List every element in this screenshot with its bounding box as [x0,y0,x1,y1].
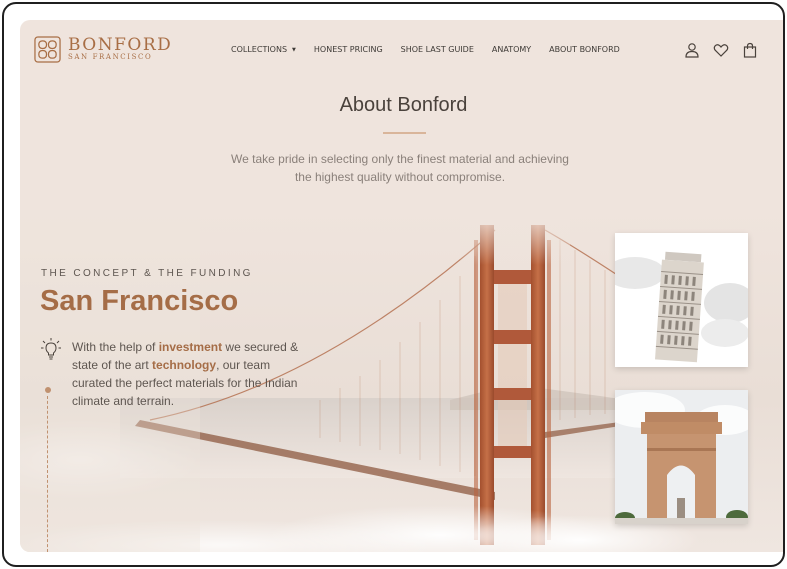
page-title: About Bonford [339,94,468,116]
browser-frame: BONFORD SAN FRANCISCO COLLECTIONS ▼ HONE… [2,2,785,567]
nav-item-anatomy[interactable]: ANATOMY [492,45,531,54]
heart-icon[interactable] [713,42,729,58]
section-title: San Francisco [40,285,239,317]
caret-down-icon: ▼ [292,46,296,53]
timeline-line [47,396,48,552]
header-icons [684,42,771,58]
india-gate-image [615,390,748,524]
description-text-1: With the help of [72,340,159,354]
nav-label-collections: COLLECTIONS [231,45,288,54]
about-page: BONFORD SAN FRANCISCO COLLECTIONS ▼ HONE… [20,20,783,552]
about-text-line2: the highest quality without compromise. [294,170,506,184]
brand-name: BONFORD [68,35,173,55]
nav-item-collections[interactable]: COLLECTIONS ▼ [231,45,296,54]
ornamental-logo-icon [34,36,61,63]
nav-item-about-bonford[interactable]: ABOUT BONFORD [549,45,620,54]
highlight-technology: technology [152,358,217,372]
nav-item-shoe-last-guide[interactable]: SHOE LAST GUIDE [401,45,474,54]
leaning-tower-of-pisa-image [615,233,748,367]
highlight-investment: investment [158,340,223,354]
main-nav: COLLECTIONS ▼ HONEST PRICING SHOE LAST G… [231,45,638,54]
section-eyebrow: THE CONCEPT & THE FUNDING [41,268,253,279]
lightbulb-icon [41,338,61,360]
title-divider [383,132,426,134]
about-text-line1: We take pride in selecting only the fine… [231,152,569,166]
timeline-dot [45,387,51,393]
about-description: We take pride in selecting only the fine… [200,150,600,186]
brand-logo[interactable]: BONFORD SAN FRANCISCO [34,36,172,63]
shopping-bag-icon[interactable] [742,42,758,58]
section-description: With the help of investment we secured &… [72,338,312,410]
nav-item-honest-pricing[interactable]: HONEST PRICING [314,45,383,54]
user-icon[interactable] [684,42,700,58]
